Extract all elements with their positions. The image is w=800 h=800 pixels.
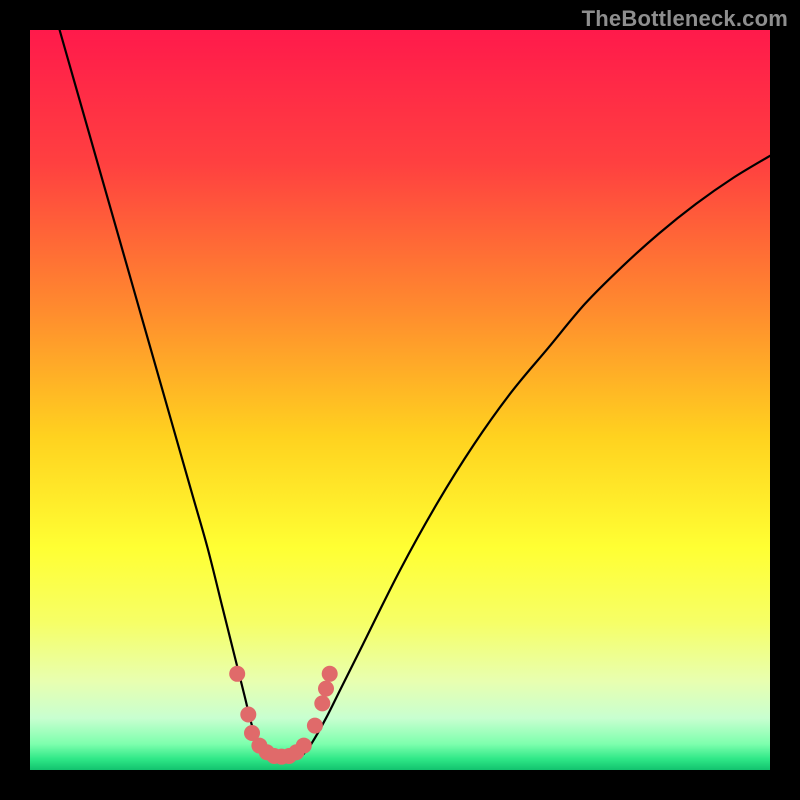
plot-area [30,30,770,770]
gradient-background [30,30,770,770]
chart-svg [30,30,770,770]
marker-dot [318,681,334,697]
marker-dot [229,666,245,682]
marker-dot [307,718,323,734]
watermark-text: TheBottleneck.com [582,6,788,32]
marker-dot [240,707,256,723]
marker-dot [322,666,338,682]
marker-dot [296,738,312,754]
chart-frame: TheBottleneck.com [0,0,800,800]
marker-dot [314,695,330,711]
